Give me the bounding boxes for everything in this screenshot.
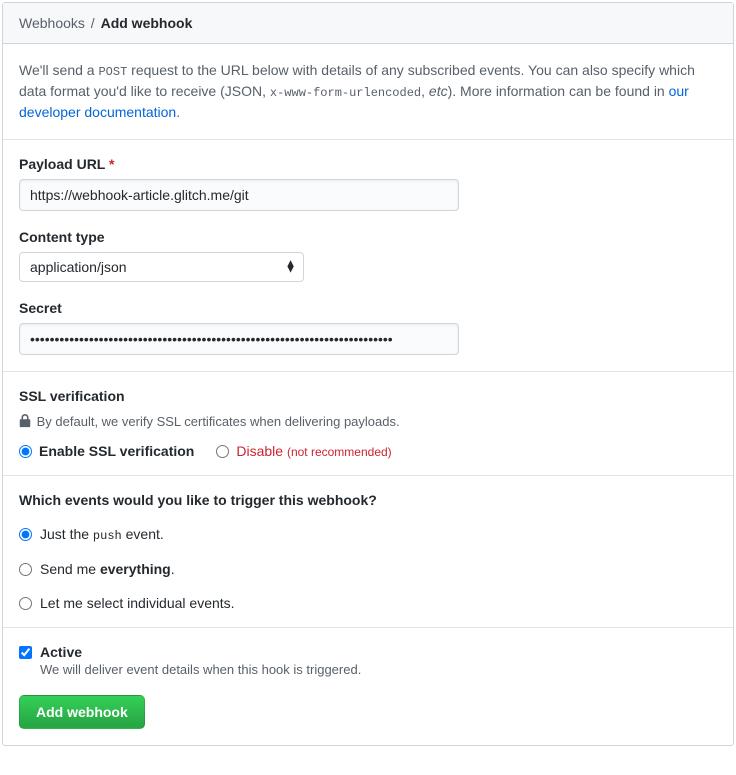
active-checkbox[interactable] [19,646,32,659]
payload-url-input[interactable] [19,179,459,211]
event-everything-radio[interactable] [19,563,32,576]
event-everything-option: Send me everything. [19,561,717,577]
lock-icon [19,414,37,429]
breadcrumb-separator: / [89,15,97,31]
breadcrumb-parent[interactable]: Webhooks [19,15,85,31]
add-webhook-button[interactable]: Add webhook [19,695,145,729]
submit-section: Active We will deliver event details whe… [3,628,733,745]
events-section: Which events would you like to trigger t… [3,476,733,628]
intro-text: We'll send a POST request to the URL bel… [19,60,717,123]
secret-group: Secret [19,300,717,355]
fields-section: Payload URL * Content type application/j… [3,140,733,372]
event-just-push-label[interactable]: Just the push event. [40,526,164,543]
required-indicator: * [109,156,114,172]
event-individual-label[interactable]: Let me select individual events. [40,595,235,611]
ssl-enable-radio[interactable] [19,445,32,458]
active-label[interactable]: Active [40,644,361,660]
ssl-section: SSL verification By default, we verify S… [3,372,733,476]
webhook-form-container: Webhooks / Add webhook We'll send a POST… [2,2,734,746]
secret-label: Secret [19,300,717,316]
intro-section: We'll send a POST request to the URL bel… [3,44,733,140]
content-type-group: Content type application/json ▲▼ [19,229,717,282]
payload-url-label: Payload URL * [19,156,717,172]
event-individual-radio[interactable] [19,597,32,610]
content-type-label: Content type [19,229,717,245]
ssl-heading: SSL verification [19,388,717,404]
event-just-push-option: Just the push event. [19,526,717,543]
content-type-select[interactable]: application/json [19,252,304,282]
active-description: We will deliver event details when this … [40,662,361,677]
post-code: POST [98,65,127,79]
secret-input[interactable] [19,323,459,355]
events-heading: Which events would you like to trigger t… [19,492,717,508]
page-header: Webhooks / Add webhook [3,3,733,44]
ssl-disable-label[interactable]: Disable (not recommended) [236,443,391,459]
content-type-select-wrap: application/json ▲▼ [19,252,304,282]
active-checkbox-row: Active We will deliver event details whe… [19,644,717,677]
event-just-push-radio[interactable] [19,528,32,541]
event-individual-option: Let me select individual events. [19,595,717,611]
ssl-disable-option: Disable (not recommended) [216,443,391,459]
ssl-enable-label[interactable]: Enable SSL verification [39,443,194,459]
payload-url-group: Payload URL * [19,156,717,211]
ssl-note: By default, we verify SSL certificates w… [19,414,717,429]
ssl-enable-option: Enable SSL verification [19,443,194,459]
ssl-radio-row: Enable SSL verification Disable (not rec… [19,443,717,459]
event-everything-label[interactable]: Send me everything. [40,561,175,577]
breadcrumb-current: Add webhook [101,15,193,31]
ssl-disable-radio[interactable] [216,445,229,458]
urlencoded-code: x-www-form-urlencoded [270,86,421,100]
